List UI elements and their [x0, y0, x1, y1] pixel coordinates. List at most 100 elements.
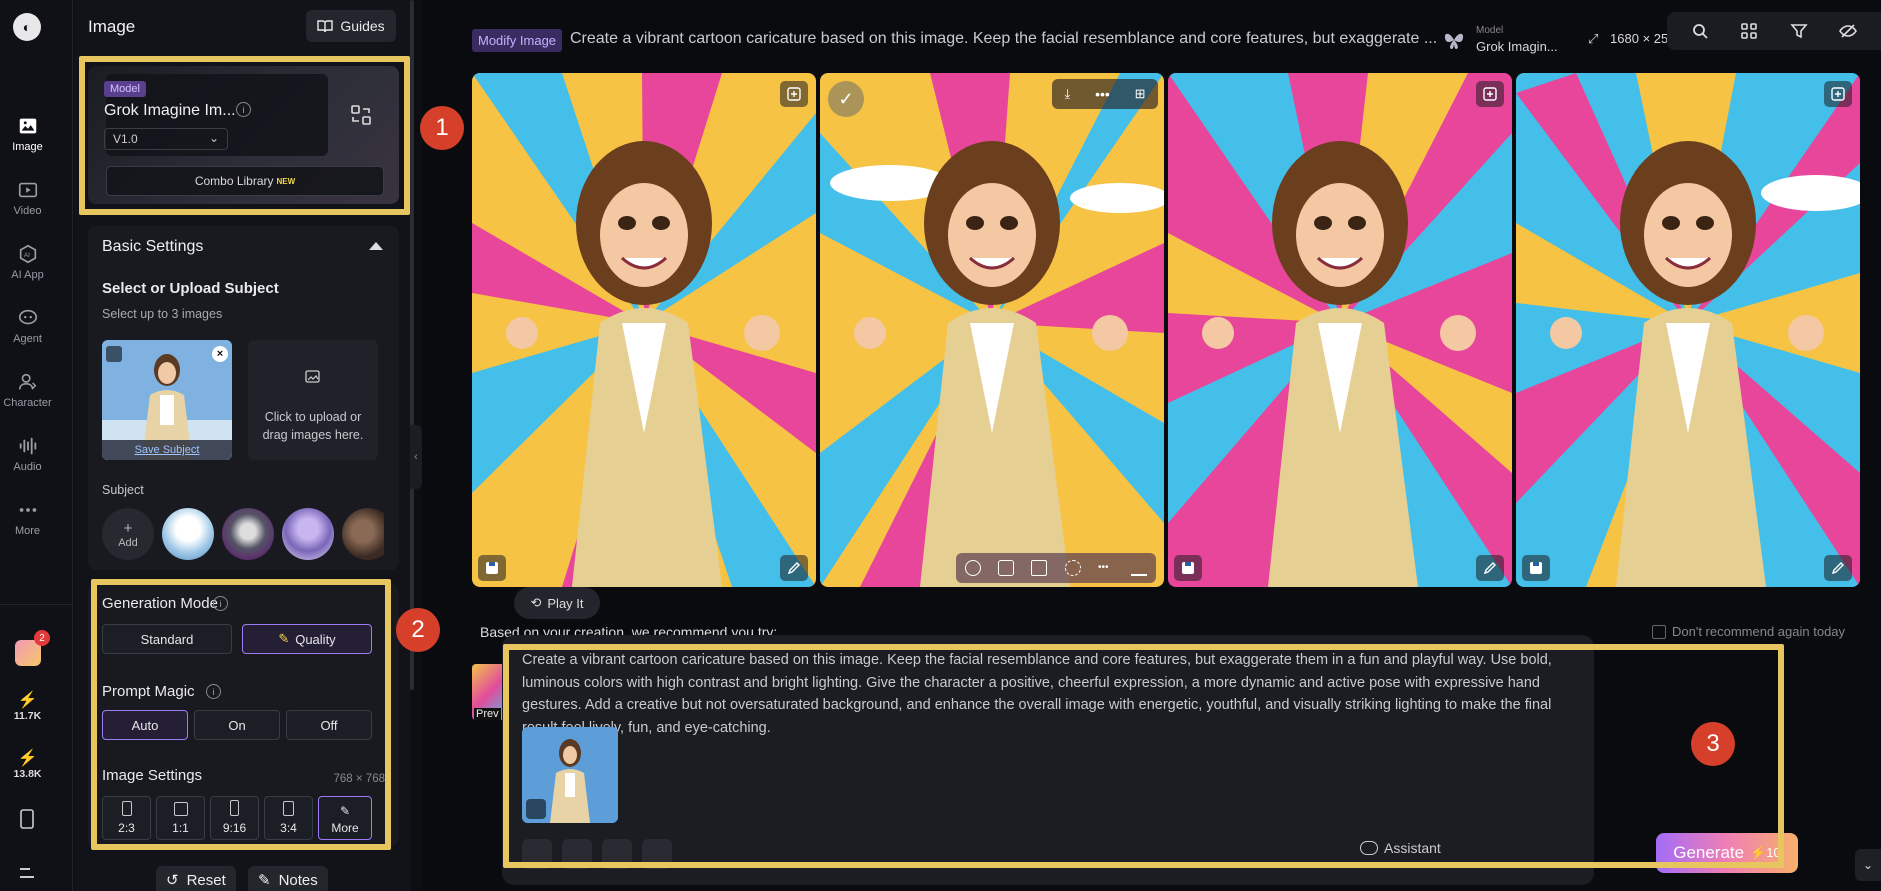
generated-image-4[interactable]: [1516, 73, 1860, 587]
notes-label: Notes: [278, 871, 318, 889]
prompt-composer[interactable]: Create a vibrant cartoon caricature base…: [502, 635, 1594, 885]
info-icon[interactable]: i: [206, 684, 221, 699]
magic-off[interactable]: Off: [286, 710, 372, 740]
quality-wand-icon: ✎: [278, 631, 290, 646]
dont-recommend-toggle[interactable]: Don't recommend again today: [1652, 624, 1845, 639]
menu-icon[interactable]: [18, 866, 36, 880]
add-to-canvas-button[interactable]: [780, 81, 808, 107]
info-icon[interactable]: i: [236, 102, 251, 117]
collapse-panel-handle[interactable]: ‹: [410, 425, 422, 489]
selected-subject-card[interactable]: × Save Subject: [102, 340, 232, 460]
notes-button[interactable]: ✎ Notes: [248, 866, 328, 891]
face-swap-icon[interactable]: [964, 560, 981, 576]
cube-tool-icon[interactable]: [642, 839, 672, 869]
edit-icon[interactable]: [1131, 560, 1148, 576]
model-card[interactable]: Model Grok Imagine Im... i V1.0 ⌄ Combo …: [88, 66, 399, 204]
ratio-1-1[interactable]: 1:1: [156, 796, 205, 840]
download-icon[interactable]: ⤓: [1064, 86, 1070, 102]
lock-tool-icon[interactable]: [602, 839, 632, 869]
edit-image-button[interactable]: [780, 555, 808, 581]
generated-image-1[interactable]: [472, 73, 816, 587]
upload-dropzone[interactable]: Click to upload or drag images here.: [248, 340, 378, 460]
rail-label: Character: [3, 397, 52, 409]
combo-library-button[interactable]: Combo Library NEW: [106, 166, 384, 196]
model-name: Grok Imagine Im...: [104, 102, 236, 119]
style-tool-icon[interactable]: [562, 839, 592, 869]
switch-model-icon[interactable]: [350, 104, 372, 126]
add-to-canvas-button[interactable]: [1476, 81, 1504, 107]
add-square-icon[interactable]: ⊞: [1135, 86, 1146, 102]
collapse-caret-icon[interactable]: [369, 242, 383, 250]
phone-icon[interactable]: [18, 809, 36, 829]
reset-button[interactable]: ↺ Reset: [156, 866, 236, 891]
rail-item-character[interactable]: Character: [0, 371, 55, 409]
credits-a[interactable]: ⚡ 11.7K: [0, 690, 55, 722]
app-logo[interactable]: ◐: [13, 13, 41, 41]
rail-item-audio[interactable]: Audio: [0, 435, 55, 473]
save-subject-link[interactable]: Save Subject: [102, 440, 232, 460]
edit-image-button[interactable]: [1824, 555, 1852, 581]
prompt-textarea[interactable]: Create a vibrant cartoon caricature base…: [522, 649, 1562, 739]
mode-quality[interactable]: ✎ Quality: [242, 624, 372, 654]
grid-icon[interactable]: [1740, 22, 1758, 40]
rail-item-ai-app[interactable]: AI AI App: [0, 243, 55, 281]
rail-label: AI App: [11, 269, 44, 281]
credits-b[interactable]: ⚡ 13.8K: [0, 748, 55, 780]
info-icon[interactable]: i: [213, 596, 228, 611]
reference-image[interactable]: [522, 727, 618, 823]
rail-item-video[interactable]: Video: [0, 179, 55, 217]
assistant-button[interactable]: Assistant: [1360, 840, 1441, 856]
video-icon[interactable]: [997, 560, 1014, 576]
panel-scrollbar[interactable]: [410, 0, 414, 690]
generation-mode-label: Generation Mode: [102, 595, 218, 612]
model-version-select[interactable]: V1.0 ⌄: [104, 128, 228, 150]
rail-item-agent[interactable]: Agent: [0, 307, 55, 345]
scroll-down-button[interactable]: ⌄: [1855, 849, 1881, 881]
play-it-button[interactable]: ⟲ Play It: [514, 587, 600, 619]
enhance-icon[interactable]: [1064, 560, 1081, 576]
subject-avatar[interactable]: [342, 508, 384, 560]
subject-avatar[interactable]: [282, 508, 334, 560]
image-edit-icon[interactable]: [1031, 560, 1048, 576]
save-to-subject-button[interactable]: [1522, 555, 1550, 581]
generated-image-3[interactable]: [1168, 73, 1512, 587]
checkbox[interactable]: [1652, 624, 1666, 639]
save-to-subject-button[interactable]: [478, 555, 506, 581]
subject-avatar[interactable]: [222, 508, 274, 560]
select-check-icon[interactable]: ✓: [828, 81, 864, 117]
rail-item-image[interactable]: Image: [0, 115, 55, 153]
ratio-9-16[interactable]: 9:16: [210, 796, 259, 840]
ratio-2-3[interactable]: 2:3: [102, 796, 151, 840]
cartoon-image: [1516, 73, 1860, 587]
save-icon: [486, 562, 498, 574]
generated-image-2[interactable]: ✓ ⤓ ••• ⊞ •••: [820, 73, 1164, 587]
image-size: 768 × 768: [333, 773, 385, 785]
chevron-down-icon: ⌄: [208, 131, 219, 145]
more-icon[interactable]: •••: [1098, 560, 1114, 576]
edit-image-button[interactable]: [1476, 555, 1504, 581]
search-icon[interactable]: [1691, 22, 1709, 40]
lightning-purple-icon: ⚡: [17, 750, 38, 767]
magic-auto[interactable]: Auto: [102, 710, 188, 740]
save-to-subject-button[interactable]: [1174, 555, 1202, 581]
mode-standard[interactable]: Standard: [102, 624, 232, 654]
agent-icon: [18, 309, 37, 325]
generate-button[interactable]: Generate ⚡10: [1656, 833, 1798, 873]
guides-button[interactable]: Guides: [306, 10, 396, 42]
hide-icon[interactable]: [1839, 22, 1858, 40]
ratio-more[interactable]: ✎ More: [318, 796, 372, 840]
add-to-canvas-button[interactable]: [1824, 81, 1852, 107]
remove-subject-icon[interactable]: ×: [212, 346, 228, 362]
image-settings-label: Image Settings: [102, 767, 203, 784]
add-image-tool-icon[interactable]: [522, 839, 552, 869]
subject-avatar[interactable]: [162, 508, 214, 560]
ratio-3-4[interactable]: 3:4: [264, 796, 313, 840]
more-options-icon[interactable]: •••: [1095, 86, 1110, 102]
rail-item-more[interactable]: More: [0, 499, 55, 537]
ratio-label: 1:1: [172, 821, 189, 835]
magic-on[interactable]: On: [194, 710, 280, 740]
add-subject-button[interactable]: + Add: [102, 508, 154, 560]
app-root: ◐ Image Video AI AI App Agent Character …: [0, 0, 1881, 891]
filter-icon[interactable]: [1790, 22, 1808, 40]
prompt-summary[interactable]: Create a vibrant cartoon caricature base…: [570, 30, 1442, 48]
